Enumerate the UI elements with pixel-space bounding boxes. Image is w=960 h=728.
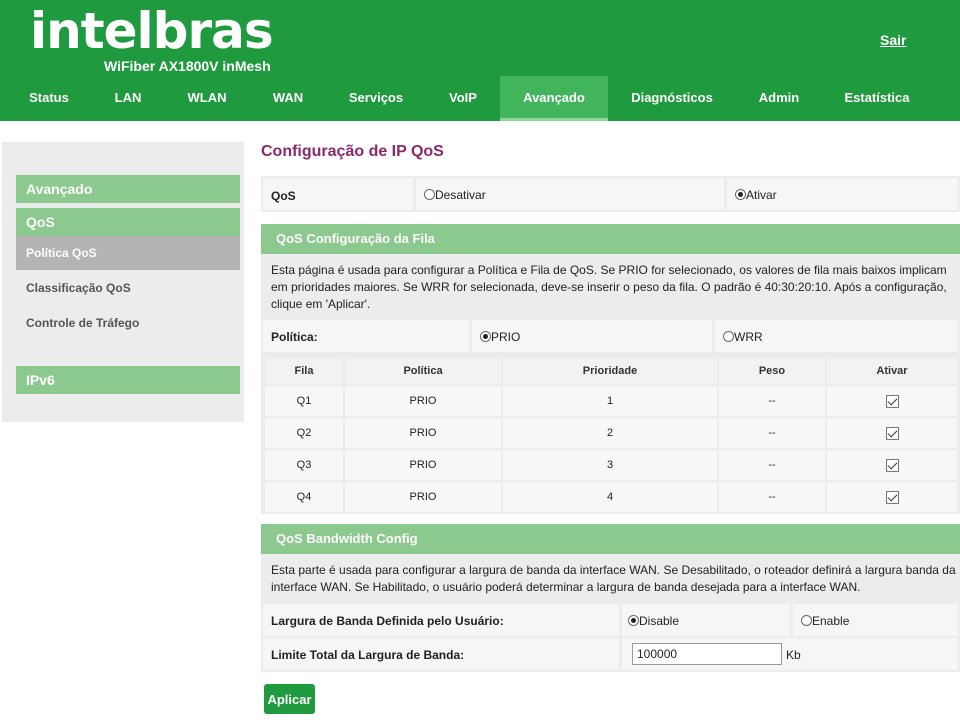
cell-peso: -- [719,482,825,512]
policy-prio-radio[interactable] [480,331,491,342]
nav-diagnosticos[interactable]: Diagnósticos [618,76,726,121]
queue-section-header: QoS Configuração da Fila [261,224,960,254]
qos-enable-radio[interactable] [735,189,746,200]
bandwidth-section-header: QoS Bandwidth Config [261,524,960,554]
qos-toggle-row: QoS Desativar Ativar [261,176,960,212]
queue-table-header: Fila Política Prioridade Peso Ativar [265,358,957,384]
cell-peso: -- [719,450,825,480]
bandwidth-limit-row: Limite Total da Largura de Banda: Kb [261,636,960,672]
sidebar-section-ipv6[interactable]: IPv6 [16,366,240,394]
sidebar-section-avancado[interactable]: Avançado [16,175,240,203]
ativar-q4-checkbox[interactable] [885,490,899,504]
device-model: WiFiber AX1800V inMesh [104,58,271,74]
bandwidth-enable-option[interactable]: Enable [801,614,849,628]
col-ativar: Ativar [827,358,957,384]
sidebar-item-controle-trafego[interactable]: Controle de Tráfego [16,306,240,340]
policy-wrr-option[interactable]: WRR [723,330,763,344]
cell-prioridade: 3 [503,450,717,480]
cell-prioridade: 2 [503,418,717,448]
cell-fila: Q2 [265,418,343,448]
table-row: Q1 PRIO 1 -- [265,386,957,416]
policy-prio-option[interactable]: PRIO [480,330,520,344]
sidebar-group-qos[interactable]: QoS [16,208,240,236]
qos-enable-option[interactable]: Ativar [735,188,777,202]
nav-admin[interactable]: Admin [742,76,816,121]
apply-button[interactable]: Aplicar [264,684,315,714]
bandwidth-limit-label: Limite Total da Largura de Banda: [271,648,465,662]
bandwidth-disable-radio[interactable] [628,615,639,626]
col-fila: Fila [265,358,343,384]
qos-disable-option[interactable]: Desativar [424,188,486,202]
nav-estatistica[interactable]: Estatística [832,76,922,121]
queue-table: Fila Política Prioridade Peso Ativar Q1 … [263,356,959,514]
user-bandwidth-row: Largura de Banda Definida pelo Usuário: … [261,602,960,638]
page-title: Configuração de IP QoS [261,143,444,160]
nav-voip[interactable]: VoIP [432,76,494,121]
bandwidth-enable-radio[interactable] [801,615,812,626]
bandwidth-unit: Kb [786,648,801,662]
main-nav: Status LAN WLAN WAN Serviços VoIP Avança… [0,76,960,121]
cell-politica: PRIO [345,418,501,448]
ativar-q1-checkbox[interactable] [885,394,899,408]
nav-wan[interactable]: WAN [258,76,318,121]
sidebar-item-classificacao-qos[interactable]: Classificação QoS [16,271,240,305]
nav-servicos[interactable]: Serviços [334,76,418,121]
table-row: Q2 PRIO 2 -- [265,418,957,448]
top-header: intelbras WiFiber AX1800V inMesh Sair St… [0,0,960,121]
sidebar-item-politica-qos[interactable]: Política QoS [16,236,240,270]
policy-label: Política: [271,330,318,344]
cell-fila: Q1 [265,386,343,416]
bandwidth-limit-input[interactable] [632,643,782,665]
qos-disable-radio[interactable] [424,189,435,200]
bandwidth-description: Esta parte é usada para configurar a lar… [271,563,956,594]
cell-peso: -- [719,418,825,448]
ativar-q2-checkbox[interactable] [885,426,899,440]
qos-label: QoS [271,189,296,203]
cell-peso: -- [719,386,825,416]
cell-politica: PRIO [345,482,501,512]
user-bandwidth-label: Largura de Banda Definida pelo Usuário: [271,614,504,628]
table-row: Q4 PRIO 4 -- [265,482,957,512]
cell-prioridade: 4 [503,482,717,512]
cell-politica: PRIO [345,450,501,480]
cell-prioridade: 1 [503,386,717,416]
logout-link[interactable]: Sair [880,32,906,48]
policy-row: Política: PRIO WRR [261,318,960,354]
table-row: Q3 PRIO 3 -- [265,450,957,480]
bandwidth-disable-option[interactable]: Disable [628,614,679,628]
cell-fila: Q4 [265,482,343,512]
cell-fila: Q3 [265,450,343,480]
nav-lan[interactable]: LAN [100,76,156,121]
cell-politica: PRIO [345,386,501,416]
queue-description: Esta página é usada para configurar a Po… [271,263,947,311]
col-peso: Peso [719,358,825,384]
col-politica: Política [345,358,501,384]
intelbras-logo: intelbras [30,2,274,60]
sidebar: Avançado QoS Política QoS Classificação … [2,142,244,422]
nav-status[interactable]: Status [14,76,84,121]
col-prioridade: Prioridade [503,358,717,384]
ativar-q3-checkbox[interactable] [885,458,899,472]
policy-wrr-radio[interactable] [723,331,734,342]
nav-wlan[interactable]: WLAN [172,76,242,121]
nav-avancado[interactable]: Avançado [500,76,608,121]
